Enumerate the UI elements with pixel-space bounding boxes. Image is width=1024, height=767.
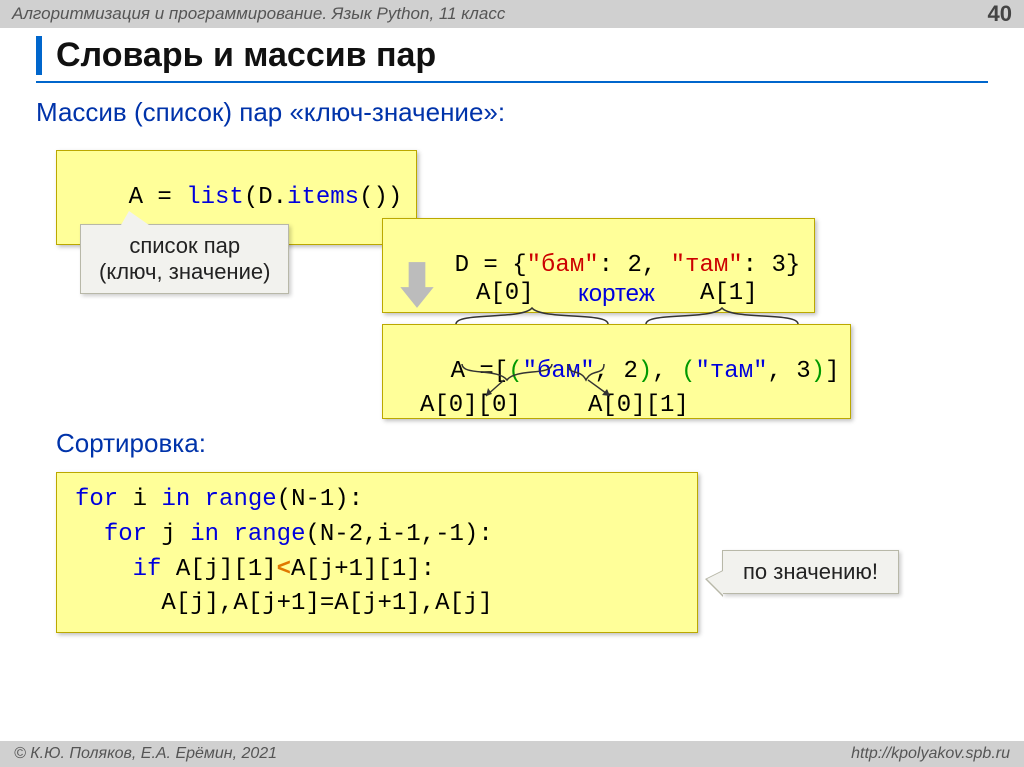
- slide-header: Алгоритмизация и программирование. Язык …: [0, 0, 1024, 28]
- down-arrow-icon: [396, 260, 438, 310]
- arrow-a00-icon: [500, 378, 520, 403]
- arrow-a01-icon: [586, 378, 616, 403]
- callout-list-pairs: список пар (ключ, значение): [80, 224, 289, 294]
- callout-line-1: список пар: [99, 233, 270, 259]
- callout-tail-left-icon: [707, 571, 723, 595]
- label-tuple: кортеж: [578, 280, 655, 308]
- title-divider: [36, 81, 988, 83]
- callout-by-value: по значению!: [722, 550, 899, 594]
- footer-left: © К.Ю. Поляков, Е.А. Ерёмин, 2021: [14, 745, 277, 763]
- callout-tail-icon: [121, 211, 149, 225]
- footer-right: http://kpolyakov.spb.ru: [851, 745, 1010, 763]
- course-label: Алгоритмизация и программирование. Язык …: [12, 4, 505, 24]
- section-subtitle-1: Массив (список) пар «ключ-значение»:: [36, 97, 988, 128]
- callout-byvalue-text: по значению!: [743, 559, 878, 584]
- section-subtitle-2: Сортировка:: [56, 428, 206, 459]
- page-number: 40: [988, 1, 1012, 27]
- callout-line-2: (ключ, значение): [99, 259, 270, 285]
- code-sort: for i in range(N-1): for j in range(N-2,…: [56, 472, 698, 633]
- label-a1: A[1]: [700, 280, 758, 307]
- label-a0: A[0]: [476, 280, 534, 307]
- page-title: Словарь и массив пар: [36, 36, 988, 75]
- slide-footer: © К.Ю. Поляков, Е.А. Ерёмин, 2021 http:/…: [0, 741, 1024, 767]
